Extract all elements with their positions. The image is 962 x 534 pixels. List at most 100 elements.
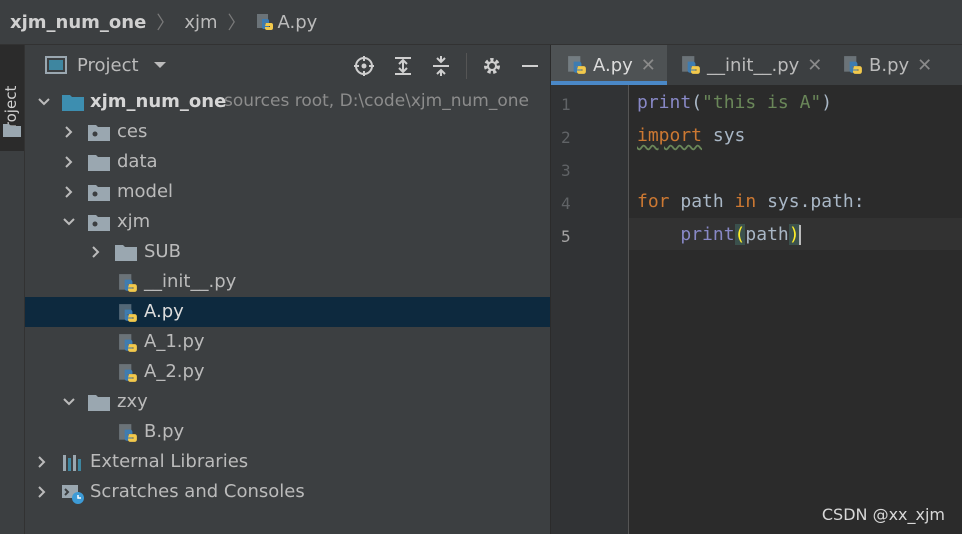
package-folder-icon [88,125,110,141]
breadcrumb-file[interactable]: A.py [278,12,318,33]
tree-item-label: A_1.py [144,331,205,352]
python-file-icon [119,304,137,322]
tree-item-sub[interactable]: SUB [25,237,550,267]
code-token: ) [821,92,833,113]
tree-item-xjm[interactable]: xjm [25,207,550,237]
tree-item-label: B.py [144,421,185,442]
line-number-current: 5 [561,227,571,246]
tree-item-ces[interactable]: ces [25,117,550,147]
tree-item-a2-py[interactable]: A_2.py [25,357,550,387]
expand-all-icon[interactable] [392,55,414,77]
line-number: 3 [561,161,571,180]
tree-item-label: model [117,181,174,202]
project-view-icon [45,56,67,74]
code-token: ( [691,92,703,113]
gear-icon[interactable] [481,55,503,77]
close-icon[interactable]: ✕ [641,55,656,76]
tree-item-label: ces [117,121,148,142]
library-icon [63,455,81,471]
code-token: in [734,191,757,212]
folder-icon [3,124,21,137]
python-file-icon [119,424,137,442]
source-root-folder-icon [62,95,84,111]
code-token: print [680,224,735,245]
project-panel: Project xjm_num_one sources root, D:\cod… [25,45,550,534]
tree-item-scratches[interactable]: Scratches and Consoles [25,477,550,507]
tree-item-label: A.py [144,301,184,322]
tree-item-label: __init__.py [144,271,237,292]
tree-item-root-label: xjm_num_one [90,91,227,112]
text-caret [798,225,801,245]
chevron-right-icon[interactable] [35,455,49,469]
line-number-gutter: 1 2 3 4 5 [551,85,629,534]
python-file-icon [119,364,137,382]
tree-item-init-py[interactable]: __init__.py [25,267,550,297]
code-token: "this is A" [702,92,822,113]
tree-item-label: data [117,151,158,172]
tree-item-data[interactable]: data [25,147,550,177]
tree-item-label: Scratches and Consoles [90,481,305,502]
chevron-right-icon[interactable] [89,245,103,259]
scratches-icon [62,485,84,504]
code-token: sys.path: [756,191,865,212]
code-line-4[interactable]: for path in sys.path: [637,191,865,212]
project-toolbar: Project [25,45,550,85]
close-icon[interactable]: ✕ [917,55,932,76]
tree-item-zxy[interactable]: zxy [25,387,550,417]
code-token: for [637,191,670,212]
tree-item-model[interactable]: model [25,177,550,207]
tool-window-strip: Project [0,45,25,534]
chevron-down-icon[interactable] [62,395,76,409]
chevron-right-icon[interactable] [35,485,49,499]
tree-item-external-libraries[interactable]: External Libraries [25,447,550,477]
python-file-icon [256,13,274,31]
tab-a-py[interactable]: A.py ✕ [551,45,667,85]
line-number: 2 [561,128,571,147]
code-line-2[interactable]: import sys [637,125,745,146]
code-token: path [745,224,789,245]
chevron-right-icon[interactable] [62,185,76,199]
project-tool-tab[interactable]: Project [0,45,24,151]
python-file-icon [119,274,137,292]
folder-icon [88,155,110,171]
chevron-down-icon[interactable] [37,95,51,109]
tree-item-label: External Libraries [90,451,249,472]
breadcrumb-chevron-icon: 〉 [156,13,175,34]
code-line-1[interactable]: print("this is A") [637,92,832,113]
code-token: ( [734,224,746,245]
folder-icon [115,245,137,261]
breadcrumb: xjm_num_one 〉 xjm 〉 A.py [0,0,962,45]
tree-item-a1-py[interactable]: A_1.py [25,327,550,357]
tree-item-label: A_2.py [144,361,205,382]
chevron-right-icon[interactable] [62,155,76,169]
package-folder-icon [88,215,110,231]
collapse-all-icon[interactable] [430,55,452,77]
tree-item-b-py[interactable]: B.py [25,417,550,447]
chevron-down-icon[interactable] [153,60,167,70]
editor-tabs: A.py ✕ __init__.py ✕ B.py ✕ [551,45,962,85]
watermark: CSDN @xx_xjm [821,505,945,524]
tab-label: A.py [593,54,633,76]
tree-item-root[interactable]: xjm_num_one sources root, D:\code\xjm_nu… [25,87,550,117]
folder-icon [88,395,110,411]
breadcrumb-folder[interactable]: xjm [184,12,217,33]
python-file-icon [119,334,137,352]
tree-item-root-hint: sources root, D:\code\xjm_num_one [224,91,529,111]
breadcrumb-root[interactable]: xjm_num_one [10,12,146,33]
python-file-icon [844,56,862,74]
code-token: import [637,125,703,146]
close-icon[interactable]: ✕ [807,55,822,76]
hide-icon[interactable] [519,55,541,77]
tab-init-py[interactable]: __init__.py ✕ [667,45,829,85]
tree-item-label: zxy [117,391,148,412]
chevron-down-icon[interactable] [62,215,76,229]
chevron-right-icon[interactable] [62,125,76,139]
tab-b-py[interactable]: B.py ✕ [829,45,949,85]
project-title[interactable]: Project [77,55,139,76]
code-line-5[interactable]: print(path) [637,224,801,245]
line-number: 4 [561,194,571,213]
tree-item-a-py[interactable]: A.py [25,297,550,327]
code-token: print [637,92,692,113]
locate-icon[interactable] [353,55,375,77]
